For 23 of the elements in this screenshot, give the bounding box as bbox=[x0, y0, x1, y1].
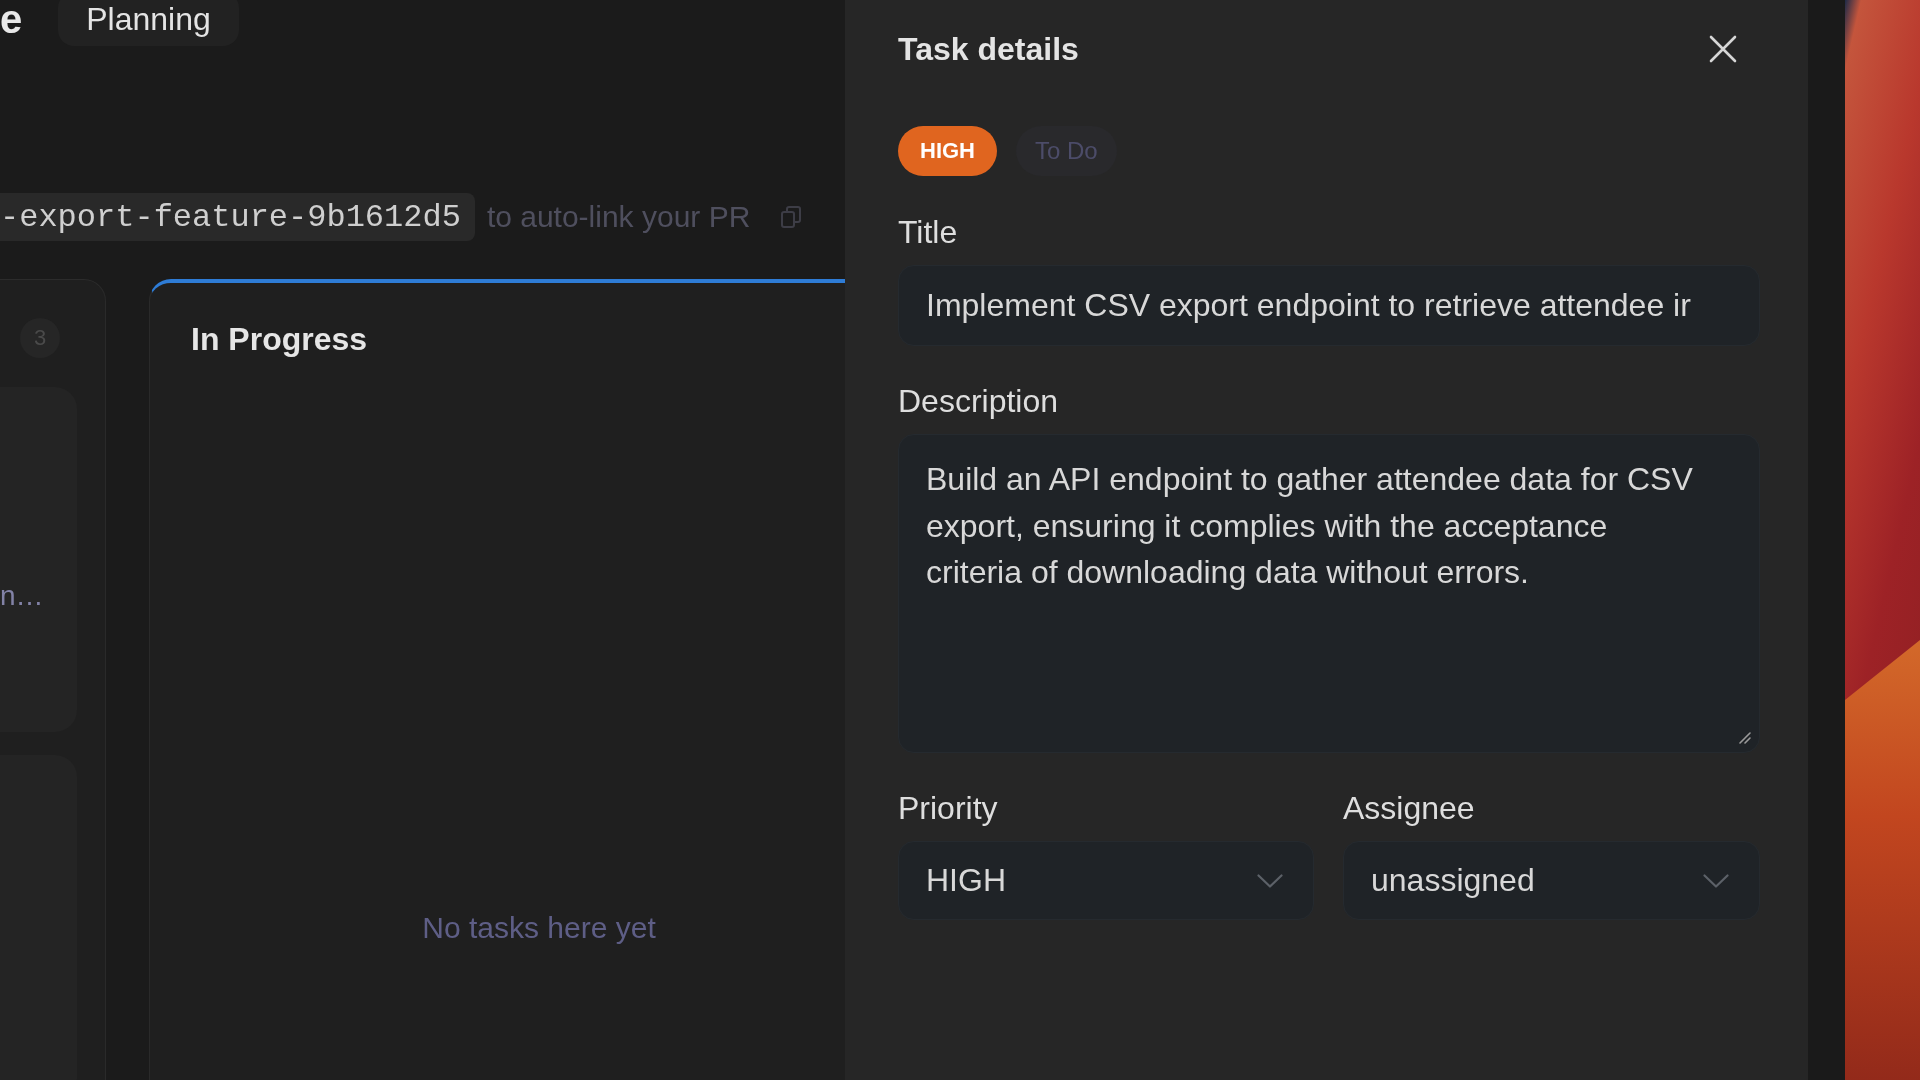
hint-text: to auto-link your PR bbox=[486, 200, 751, 234]
select-field[interactable]: unassigned bbox=[1343, 841, 1760, 920]
priority-badge: HIGH bbox=[898, 126, 997, 176]
stage-pill: Planning bbox=[58, 0, 239, 46]
chevron-down-icon bbox=[1257, 873, 1283, 888]
board-title: e bbox=[0, 0, 23, 39]
panel-title: Task details bbox=[898, 30, 1079, 68]
close-icon[interactable] bbox=[1709, 35, 1737, 63]
column-title: In Progress bbox=[191, 320, 369, 359]
empty-state-text: No tasks here yet bbox=[422, 910, 656, 946]
field-label: Title bbox=[898, 213, 959, 252]
chevron-down-icon bbox=[1703, 873, 1729, 888]
field-label: Description bbox=[898, 382, 1060, 421]
resize-grip-icon[interactable] bbox=[1739, 732, 1751, 744]
text-input[interactable]: Implement CSV export endpoint to retrieve attendee ir bbox=[898, 265, 1760, 346]
status-badge: To Do bbox=[1016, 126, 1117, 176]
branch-name: -export-feature-9b1612d5 bbox=[0, 193, 475, 241]
card-title: n… bbox=[0, 579, 45, 613]
textarea-field[interactable]: Build an API endpoint to gather attendee data for CSV export, ensuring it complies with the acceptance criteria of downloading data without errors. bbox=[898, 434, 1760, 753]
task-card[interactable]: n… bbox=[0, 387, 77, 732]
field-label: Assignee bbox=[1343, 789, 1476, 828]
field-label: Priority bbox=[898, 789, 999, 828]
select-field[interactable]: HIGH bbox=[898, 841, 1314, 920]
